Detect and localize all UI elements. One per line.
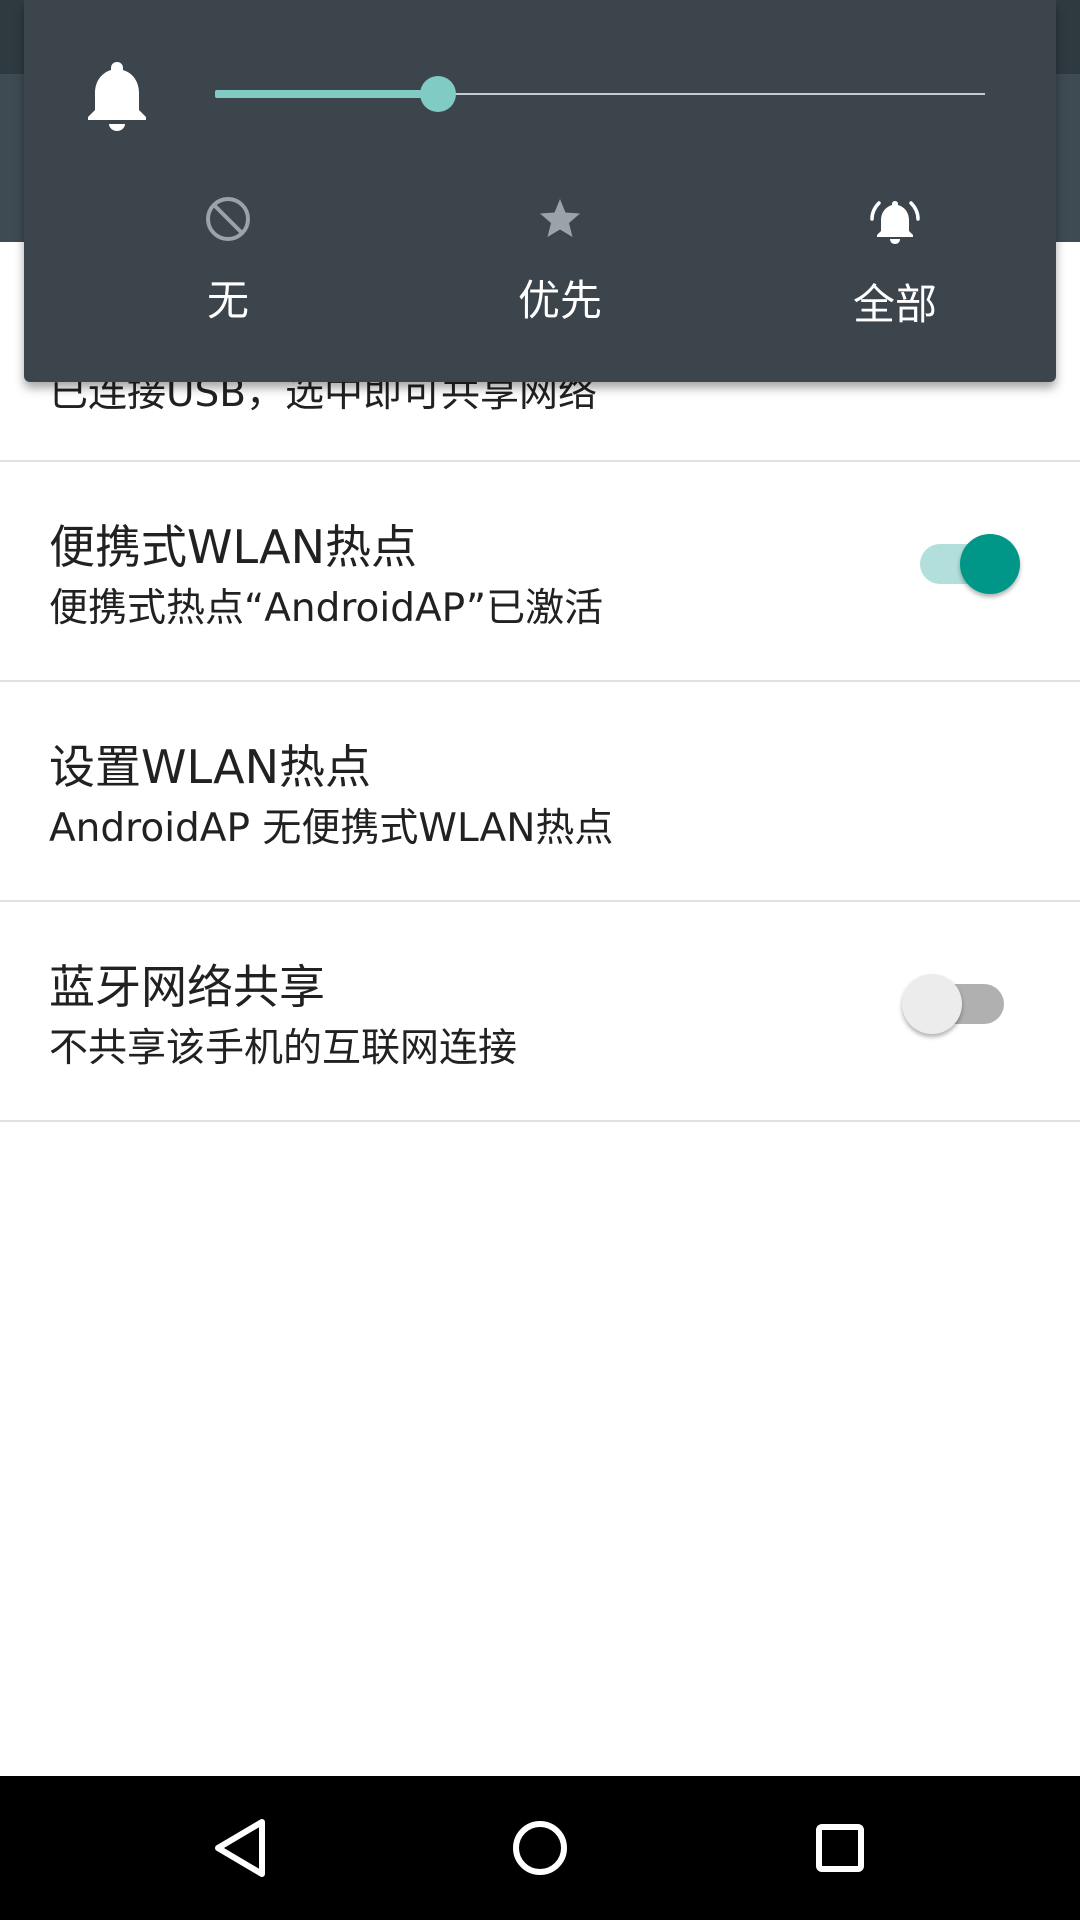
bluetooth-tethering-summary: 不共享该手机的互联网连接	[49, 1026, 518, 1071]
recents-icon[interactable]	[790, 1798, 890, 1898]
slider-fill	[215, 90, 439, 98]
volume-panel: 无 优先 全部	[24, 0, 1056, 382]
slider-thumb[interactable]	[420, 76, 457, 112]
do-not-disturb-icon	[204, 195, 252, 243]
mode-priority-button[interactable]: 优先	[460, 195, 660, 328]
home-icon[interactable]	[490, 1798, 590, 1898]
navigation-bar	[0, 1776, 1080, 1920]
setup-hotspot-row[interactable]: 设置WLAN热点 AndroidAP 无便携式WLAN热点	[0, 682, 1080, 902]
setup-hotspot-title: 设置WLAN热点	[49, 740, 372, 794]
bluetooth-tethering-title: 蓝牙网络共享	[49, 960, 325, 1014]
portable-hotspot-title: 便携式WLAN热点	[49, 520, 418, 574]
portable-hotspot-switch[interactable]	[920, 532, 1024, 596]
mode-all-button[interactable]: 全部	[795, 195, 995, 332]
portable-hotspot-summary: 便携式热点“AndroidAP”已激活	[49, 586, 604, 631]
mode-priority-label: 优先	[517, 276, 602, 325]
volume-slider[interactable]	[24, 0, 1056, 140]
mode-none-label: 无	[206, 276, 249, 325]
bluetooth-tethering-row[interactable]: 蓝牙网络共享 不共享该手机的互联网连接	[0, 902, 1080, 1122]
mode-none-button[interactable]: 无	[128, 195, 328, 328]
portable-hotspot-row[interactable]: 便携式WLAN热点 便携式热点“AndroidAP”已激活	[0, 462, 1080, 682]
switch-thumb	[960, 534, 1020, 594]
star-icon	[536, 195, 584, 243]
setup-hotspot-summary: AndroidAP 无便携式WLAN热点	[49, 806, 614, 851]
bluetooth-tethering-switch[interactable]	[900, 972, 1004, 1036]
switch-thumb	[902, 974, 962, 1034]
mode-all-label: 全部	[852, 280, 937, 329]
back-icon[interactable]	[190, 1798, 290, 1898]
ringing-bell-icon	[869, 195, 921, 247]
